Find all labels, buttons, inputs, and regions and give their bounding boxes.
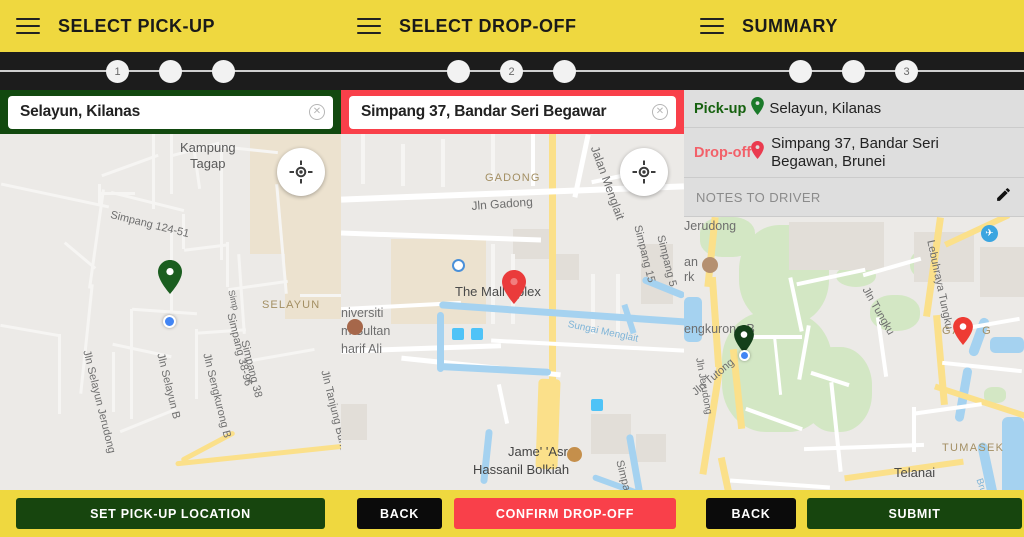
bottom-action-bar: SET PICK-UP LOCATION BACK CONFIRM DROP-O…: [0, 490, 1024, 537]
pin-green-icon: [751, 97, 765, 120]
step-dot-3[interactable]: [553, 60, 576, 83]
poi-icon: [702, 257, 718, 274]
panel-select-pickup: SELECT PICK-UP 1 ✕: [0, 0, 341, 537]
notes-to-driver-row[interactable]: NOTES TO DRIVER: [684, 178, 1024, 218]
stepper-summary: 3: [684, 52, 1024, 90]
step-dot-1[interactable]: [789, 60, 812, 83]
dropoff-map[interactable]: GADONG Jln Gadong Jalan Menglait niversi…: [341, 134, 684, 537]
page-title-dropoff: SELECT DROP-OFF: [399, 15, 577, 36]
summary-topbar: SUMMARY: [684, 0, 1024, 52]
step-dot-2[interactable]: [842, 60, 865, 83]
dropoff-back-button[interactable]: BACK: [357, 498, 442, 529]
poi-icon: [452, 259, 465, 272]
dropoff-search-input[interactable]: [361, 103, 648, 121]
hamburger-icon[interactable]: [16, 18, 40, 34]
summary-row-pickup[interactable]: Pick-up Selayun, Kilanas: [684, 90, 1024, 128]
dropoff-search-box[interactable]: ✕: [349, 95, 676, 129]
stepper-dropoff: 2: [341, 52, 684, 90]
ride-booking-three-panel-screen: SELECT PICK-UP 1 ✕: [0, 0, 1024, 537]
airport-icon: ✈: [981, 225, 998, 243]
pickup-topbar: SELECT PICK-UP: [0, 0, 341, 52]
confirm-dropoff-button[interactable]: CONFIRM DROP-OFF: [454, 498, 676, 529]
hamburger-icon[interactable]: [357, 18, 381, 34]
dropoff-label: Drop-off: [694, 144, 752, 161]
notes-label: NOTES TO DRIVER: [696, 189, 821, 205]
step-dot-2[interactable]: [159, 60, 182, 83]
summary-pickup-pin-green: [734, 325, 754, 354]
pickup-map[interactable]: Kampung Tagap Simpang 124-51 SELAYUN Jln…: [0, 134, 341, 537]
step-dot-3[interactable]: [212, 60, 235, 83]
dropoff-value: Simpang 37, Bandar Seri Begawan, Brunei: [771, 135, 939, 170]
pickup-value: Selayun, Kilanas: [769, 99, 882, 117]
transit-icon: [591, 399, 603, 411]
step-dot-1[interactable]: 1: [106, 60, 129, 83]
dropoff-search-frame: ✕: [341, 90, 684, 134]
my-location-icon[interactable]: [277, 148, 325, 196]
current-location-dot: [163, 315, 176, 328]
summary-row-dropoff[interactable]: Drop-off Simpang 37, Bandar Seri Begawan…: [684, 128, 1024, 179]
step-dot-3[interactable]: 3: [895, 60, 918, 83]
summary-back-button[interactable]: BACK: [706, 498, 796, 529]
stepper-pickup: 1: [0, 52, 341, 90]
dropoff-pin-red: [502, 270, 526, 304]
panel-select-dropoff: SELECT DROP-OFF 2 ✕: [341, 0, 684, 537]
page-title-summary: SUMMARY: [742, 15, 838, 36]
panel-summary: SUMMARY 3 Pick-up Selayun, Kilanas Drop-…: [684, 0, 1024, 537]
page-title-pickup: SELECT PICK-UP: [58, 15, 216, 36]
pickup-search-frame: ✕: [0, 90, 341, 134]
clear-icon[interactable]: ✕: [309, 104, 325, 120]
pickup-search-box[interactable]: ✕: [8, 95, 333, 129]
transit-icon: [452, 328, 464, 340]
poi-icon: [347, 319, 363, 335]
submit-button[interactable]: SUBMIT: [807, 498, 1022, 529]
pickup-search-input[interactable]: [20, 103, 305, 121]
pickup-label: Pick-up: [694, 100, 747, 117]
pickup-pin-green: [158, 260, 182, 294]
hamburger-icon[interactable]: [700, 18, 724, 34]
clear-icon[interactable]: ✕: [652, 104, 668, 120]
set-pickup-location-button[interactable]: SET PICK-UP LOCATION: [16, 498, 325, 529]
step-dot-2[interactable]: 2: [500, 60, 523, 83]
pin-red-icon: [751, 141, 765, 164]
step-dot-1[interactable]: [447, 60, 470, 83]
dropoff-topbar: SELECT DROP-OFF: [341, 0, 684, 52]
my-location-icon[interactable]: [620, 148, 668, 196]
mosque-icon: [567, 447, 582, 462]
pencil-icon[interactable]: [995, 186, 1012, 208]
summary-details-list: Pick-up Selayun, Kilanas Drop-off Simpan…: [684, 90, 1024, 218]
transit-icon: [471, 328, 483, 340]
summary-dropoff-pin-red: [953, 317, 973, 346]
